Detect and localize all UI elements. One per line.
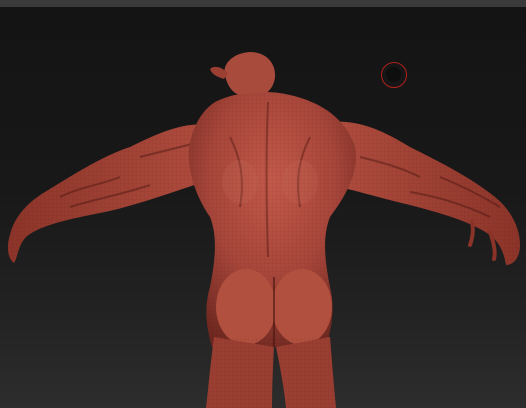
head — [224, 52, 276, 95]
sculpt-app — [0, 0, 526, 408]
sculpt-viewport[interactable] — [0, 7, 526, 408]
glute-right — [272, 269, 332, 345]
top-toolbar-strip — [0, 0, 526, 7]
glute-left — [216, 269, 276, 345]
brush-circle-inner — [386, 67, 401, 82]
sculpted-figure[interactable] — [0, 7, 526, 408]
brush-circle-icon[interactable] — [381, 62, 407, 88]
